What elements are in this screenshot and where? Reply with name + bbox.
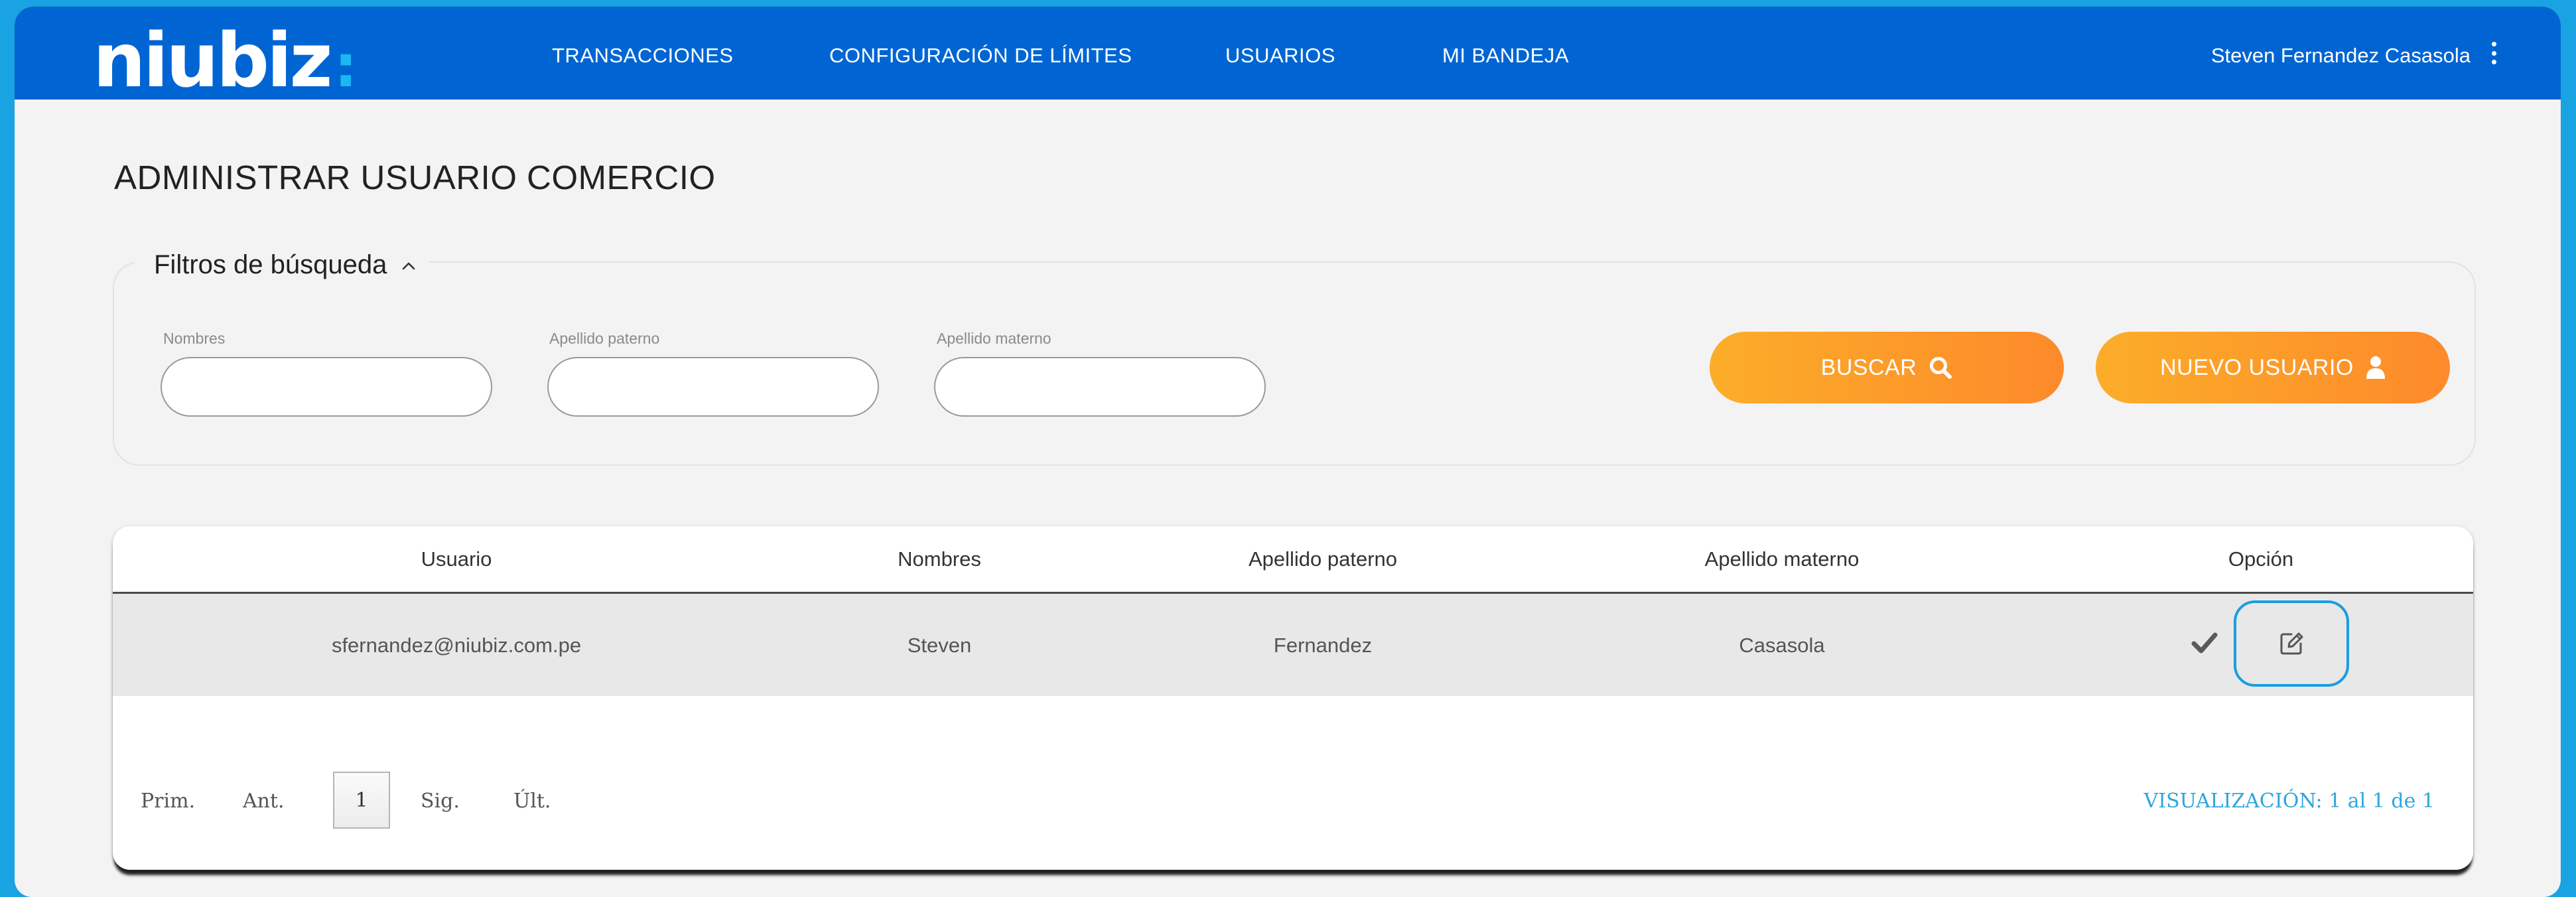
- column-header-nombres: Nombres: [898, 547, 981, 571]
- user-name[interactable]: Steven Fernandez Casasola: [2211, 44, 2471, 68]
- pagination-current-page[interactable]: 1: [333, 772, 390, 829]
- edit-icon: [2280, 632, 2303, 655]
- logo-colon: :: [334, 32, 358, 100]
- buscar-button-label: BUSCAR: [1820, 354, 1917, 380]
- apellido-paterno-label: Apellido paterno: [549, 330, 660, 347]
- cell-nombres: Steven: [907, 634, 972, 657]
- apellido-materno-input[interactable]: [934, 357, 1266, 417]
- pagination-next[interactable]: Sig.: [421, 790, 460, 813]
- buscar-button[interactable]: BUSCAR: [1710, 332, 2064, 403]
- cell-usuario: sfernandez@niubiz.com.pe: [331, 634, 582, 657]
- niubiz-logo[interactable]: niubiz :: [93, 18, 358, 104]
- kebab-menu-icon[interactable]: [2490, 42, 2498, 64]
- cell-apellido-materno: Casasola: [1739, 634, 1825, 657]
- top-navbar: niubiz : TRANSACCIONES CONFIGURACIÓN DE …: [15, 7, 2561, 100]
- cell-apellido-paterno: Fernandez: [1273, 634, 1373, 657]
- nombres-label: Nombres: [163, 330, 226, 347]
- nuevo-usuario-button-label: NUEVO USUARIO: [2160, 354, 2354, 380]
- column-header-usuario: Usuario: [421, 547, 492, 571]
- logo-text: niubiz: [93, 18, 333, 104]
- page-frame: niubiz : TRANSACCIONES CONFIGURACIÓN DE …: [15, 7, 2561, 897]
- search-filters-toggle[interactable]: Filtros de búsqueda: [134, 243, 430, 287]
- column-header-apellido-materno: Apellido materno: [1704, 547, 1860, 571]
- nav-item-mi-bandeja[interactable]: MI BANDEJA: [1442, 44, 1569, 68]
- user-icon: [2366, 356, 2385, 379]
- nav-item-configuracion-limites[interactable]: CONFIGURACIÓN DE LÍMITES: [829, 44, 1132, 68]
- pagination-last[interactable]: Últ.: [513, 790, 551, 813]
- apellido-materno-label: Apellido materno: [937, 330, 1051, 347]
- column-header-apellido-paterno: Apellido paterno: [1248, 547, 1398, 571]
- nombres-input[interactable]: [161, 357, 492, 417]
- table-header: Usuario Nombres Apellido paterno Apellid…: [113, 526, 2473, 594]
- edit-user-button[interactable]: [2234, 600, 2349, 687]
- column-header-opcion: Opción: [2228, 547, 2294, 571]
- page-title: ADMINISTRAR USUARIO COMERCIO: [114, 159, 716, 196]
- pagination-summary: VISUALIZACIÓN: 1 al 1 de 1: [2143, 790, 2435, 813]
- nuevo-usuario-button[interactable]: NUEVO USUARIO: [2096, 332, 2450, 403]
- search-icon: [1930, 357, 1952, 379]
- apellido-paterno-input[interactable]: [547, 357, 879, 417]
- table-row[interactable]: sfernandez@niubiz.com.pe Steven Fernande…: [113, 594, 2473, 696]
- search-filters-legend: Filtros de búsqueda: [154, 249, 387, 279]
- users-table: Usuario Nombres Apellido paterno Apellid…: [113, 526, 2473, 870]
- nav-item-transacciones[interactable]: TRANSACCIONES: [552, 44, 733, 68]
- nav-item-usuarios[interactable]: USUARIOS: [1225, 44, 1335, 68]
- pagination-first[interactable]: Prim.: [141, 790, 195, 813]
- check-icon[interactable]: [2191, 631, 2218, 655]
- chevron-up-icon: [403, 262, 415, 270]
- pagination-prev[interactable]: Ant.: [243, 790, 285, 813]
